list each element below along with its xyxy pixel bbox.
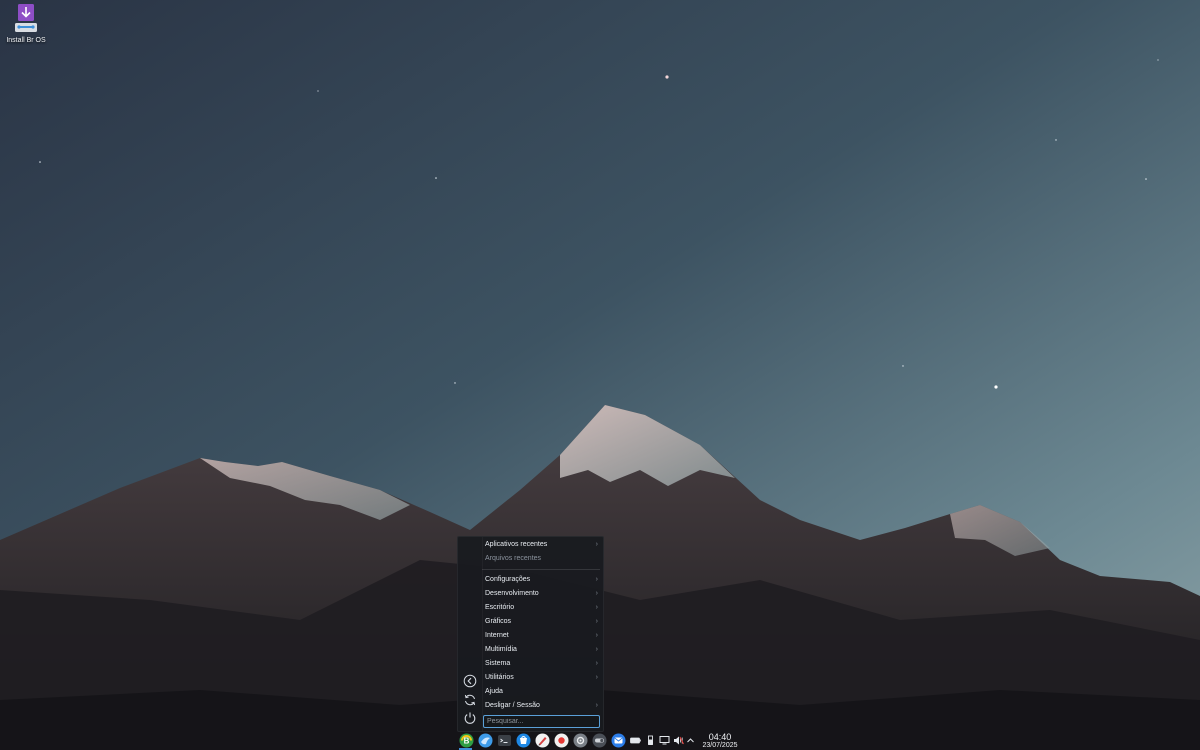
desktop-icon-label: Install Br OS [6, 37, 46, 44]
menu-item-sistema[interactable]: Sistema › [482, 657, 603, 671]
chevron-right-icon: › [595, 604, 598, 611]
application-menu: Aplicativos recentes › Arquivos recentes … [457, 536, 604, 732]
menu-item-label: Multimídia [485, 646, 517, 653]
menu-item-internet[interactable]: Internet › [482, 629, 603, 643]
taskbar: B 04:40 23/07/2025 [457, 731, 747, 750]
menu-item-desligar-sessao[interactable]: Desligar / Sessão › [482, 699, 603, 713]
toggle-switch-icon[interactable] [592, 733, 607, 748]
menu-item-configuracoes[interactable]: Configurações › [482, 573, 603, 587]
chevron-right-icon: › [595, 660, 598, 667]
chevron-up-icon[interactable] [685, 735, 696, 746]
store-icon[interactable] [516, 733, 531, 748]
search-input[interactable] [483, 715, 600, 728]
speaker-muted-icon[interactable] [673, 735, 684, 746]
pen-tool-icon[interactable] [535, 733, 550, 748]
back-arrow-icon[interactable] [463, 674, 477, 688]
menu-item-label: Ajuda [485, 688, 503, 695]
chevron-right-icon: › [595, 590, 598, 597]
chevron-right-icon: › [595, 674, 598, 681]
menu-divider [482, 569, 600, 570]
menu-item-label: Sistema [485, 660, 511, 667]
menu-item-label: Desenvolvimento [485, 590, 539, 597]
svg-text:B: B [464, 737, 470, 746]
battery-icon[interactable] [630, 735, 641, 746]
menu-item-arquivos-recentes: Arquivos recentes [482, 552, 603, 566]
menu-item-label: Escritório [485, 604, 515, 611]
chevron-right-icon: › [595, 646, 598, 653]
desktop-icon-install-br-os[interactable]: Install Br OS [5, 4, 47, 44]
menu-item-label: Gráficos [485, 618, 512, 625]
display-icon[interactable] [659, 735, 670, 746]
br-os-menu-icon[interactable]: B [459, 733, 474, 748]
menu-item-escritorio[interactable]: Escritório › [482, 601, 603, 615]
power-icon[interactable] [463, 711, 477, 725]
chevron-right-icon: › [595, 541, 598, 548]
screen-recorder-icon[interactable] [554, 733, 569, 748]
menu-item-graficos[interactable]: Gráficos › [482, 615, 603, 629]
clock-date: 23/07/2025 [702, 742, 738, 749]
menu-item-label: Aplicativos recentes [485, 541, 548, 548]
browser-icon[interactable] [478, 733, 493, 748]
mail-icon[interactable] [611, 733, 626, 748]
chevron-right-icon: › [595, 618, 598, 625]
menu-item-label: Arquivos recentes [485, 555, 542, 562]
menu-item-ajuda[interactable]: Ajuda [482, 685, 603, 699]
clock-time: 04:40 [708, 732, 732, 742]
installer-download-icon [10, 4, 42, 36]
chevron-right-icon: › [595, 632, 598, 639]
menu-item-multimidia[interactable]: Multimídia › [482, 643, 603, 657]
menu-item-label: Configurações [485, 576, 531, 583]
menu-item-label: Utilitários [485, 674, 514, 681]
chevron-right-icon: › [595, 576, 598, 583]
menu-sidebar [458, 537, 483, 731]
settings-icon[interactable] [573, 733, 588, 748]
terminal-icon[interactable] [497, 733, 512, 748]
menu-category-list: Aplicativos recentes › Arquivos recentes … [482, 537, 603, 713]
clock[interactable]: 04:40 23/07/2025 [696, 732, 744, 750]
menu-item-label: Desligar / Sessão [485, 702, 540, 709]
usb-device-icon[interactable] [645, 735, 656, 746]
chevron-right-icon: › [595, 702, 598, 709]
menu-item-utilitarios[interactable]: Utilitários › [482, 671, 603, 685]
menu-item-aplicativos-recentes[interactable]: Aplicativos recentes › [482, 538, 603, 552]
refresh-icon[interactable] [463, 693, 477, 707]
menu-item-desenvolvimento[interactable]: Desenvolvimento › [482, 587, 603, 601]
menu-item-label: Internet [485, 632, 509, 639]
